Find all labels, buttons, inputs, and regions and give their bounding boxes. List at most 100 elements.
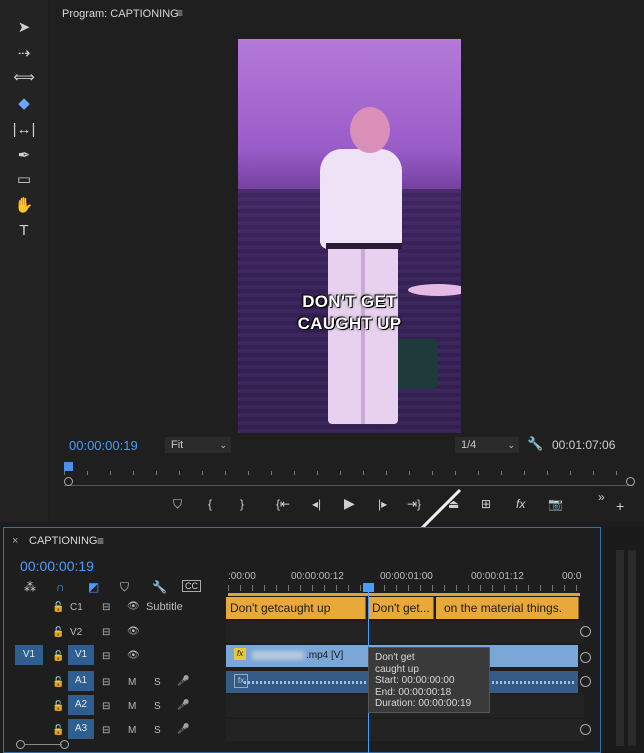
monitor-time-ruler[interactable] <box>64 463 634 477</box>
play-icon[interactable]: ▶ <box>344 495 355 512</box>
monitor-playhead[interactable] <box>64 462 73 471</box>
track-scroll-knob[interactable] <box>580 676 591 687</box>
step-back-icon[interactable]: ◂| <box>312 497 321 511</box>
mark-in-icon[interactable]: { <box>208 497 212 511</box>
timeline-timecode[interactable]: 00:00:00:19 <box>20 558 94 574</box>
razor-tool-icon[interactable]: ◆ <box>10 92 38 114</box>
eye-icon[interactable]: 👁 <box>127 601 140 612</box>
add-marker-icon[interactable]: ⛉ <box>120 580 129 595</box>
sync-lock-icon[interactable]: ⊟ <box>102 627 110 638</box>
track-a3-label[interactable]: A3 <box>68 719 94 739</box>
sync-lock-icon[interactable]: ⊟ <box>102 651 110 662</box>
track-a2-label[interactable]: A2 <box>68 695 94 715</box>
extract-icon[interactable]: ⊞ <box>481 497 491 511</box>
lock-icon[interactable]: 🔓 <box>52 602 64 613</box>
track-scroll-knob[interactable] <box>580 652 591 663</box>
rectangle-tool-icon[interactable]: ▭ <box>10 168 38 190</box>
chevron-down-icon: ⌄ <box>507 440 515 450</box>
resolution-value: 1/4 <box>461 439 477 451</box>
go-to-in-icon[interactable]: {⇤ <box>276 497 290 511</box>
current-timecode[interactable]: 00:00:00:19 <box>69 438 138 453</box>
lock-icon[interactable]: 🔓 <box>52 651 64 662</box>
lock-icon[interactable]: 🔓 <box>52 701 64 712</box>
solo-a2-button[interactable]: S <box>154 701 161 712</box>
sync-lock-icon[interactable]: ⊟ <box>102 701 110 712</box>
clip-tooltip: Don't get caught up Start: 00:00:00:00 E… <box>368 647 490 713</box>
audio-meter-left <box>616 550 624 746</box>
solo-a1-button[interactable]: S <box>154 677 161 688</box>
type-tool-icon[interactable]: T <box>10 219 38 241</box>
nest-icon[interactable]: ⁂ <box>24 580 36 594</box>
pen-tool-icon[interactable]: ✒ <box>10 144 38 166</box>
more-controls-icon[interactable]: » <box>598 490 605 504</box>
track-a3-lane[interactable] <box>226 719 584 741</box>
resolution-dropdown[interactable]: 1/4 ⌄ <box>455 437 519 453</box>
video-frame[interactable]: DON'T GET CAUGHT UP <box>238 39 461 433</box>
settings-wrench-icon[interactable]: 🔧 <box>527 436 543 452</box>
export-frame-icon[interactable]: 📷 <box>548 497 563 511</box>
chevron-down-icon: ⌄ <box>219 440 227 450</box>
ruler-label-2: 00:00:01:00 <box>380 571 433 582</box>
person-torso <box>320 149 402 249</box>
add-button-icon[interactable]: + <box>616 498 624 514</box>
zoom-knob-right[interactable] <box>626 477 635 486</box>
slip-tool-icon[interactable]: |↔| <box>10 118 38 140</box>
mark-out-icon[interactable]: } <box>240 497 244 511</box>
playhead-handle[interactable] <box>363 583 374 592</box>
track-scroll-knob[interactable] <box>580 724 591 735</box>
monitor-zoom-bar[interactable] <box>64 479 634 486</box>
eye-icon[interactable]: 👁 <box>127 650 140 661</box>
hand-tool-icon[interactable]: ✋ <box>10 194 38 216</box>
lock-icon[interactable]: 🔓 <box>52 725 64 736</box>
linked-selection-icon[interactable]: ◩ <box>88 580 99 594</box>
track-select-tool-icon[interactable]: ⇢ <box>10 42 38 64</box>
sync-lock-icon[interactable]: ⊟ <box>102 677 110 688</box>
fit-dropdown[interactable]: Fit ⌄ <box>165 437 231 453</box>
sync-lock-icon[interactable]: ⊟ <box>102 602 110 613</box>
scroll-thumb[interactable] <box>24 744 62 745</box>
timeline-menu-icon[interactable]: ≡ <box>97 534 104 548</box>
timeline-ruler[interactable] <box>228 585 580 591</box>
audio-meter-panel <box>604 527 644 753</box>
blurred-filename <box>252 650 304 660</box>
microphone-icon[interactable]: 🎤 <box>177 724 189 735</box>
person-belt <box>326 243 402 249</box>
add-marker-icon[interactable]: ⛉ <box>173 497 182 512</box>
mute-a1-button[interactable]: M <box>128 677 136 688</box>
program-menu-icon[interactable]: ≡ <box>176 6 183 20</box>
mute-a2-button[interactable]: M <box>128 701 136 712</box>
ripple-edit-tool-icon[interactable]: ⟺ <box>10 66 38 88</box>
caption-line-1: DON'T GET <box>302 292 397 311</box>
snap-icon[interactable]: ∩ <box>56 580 65 594</box>
caption-clip-2[interactable]: Don't get... <box>368 597 434 619</box>
timeline-horizontal-scrollbar[interactable] <box>10 740 590 749</box>
track-c1-label: C1 <box>70 602 83 613</box>
video-clip-name: .mp4 [V] <box>252 646 343 666</box>
mute-a3-button[interactable]: M <box>128 725 136 736</box>
source-patch-v1[interactable]: V1 <box>15 645 43 665</box>
fx-icon[interactable]: fx <box>516 497 525 511</box>
caption-clip-1[interactable]: Don't getcaught up <box>226 597 366 619</box>
timeline-title[interactable]: CAPTIONING <box>29 535 97 547</box>
track-v1-label[interactable]: V1 <box>68 645 94 665</box>
timeline-settings-wrench-icon[interactable]: 🔧 <box>152 580 167 594</box>
selection-tool-icon[interactable]: ➤ <box>10 16 38 38</box>
track-a1-label[interactable]: A1 <box>68 671 94 691</box>
track-scroll-knob[interactable] <box>580 626 591 637</box>
caption-clip-3[interactable]: on the material things. <box>436 597 579 619</box>
sync-lock-icon[interactable]: ⊟ <box>102 725 110 736</box>
captions-cc-icon[interactable]: CC <box>182 580 201 592</box>
tooltip-line-2: caught up <box>375 663 419 675</box>
eye-icon[interactable]: 👁 <box>127 626 140 637</box>
microphone-icon[interactable]: 🎤 <box>177 676 189 687</box>
track-v2-lane[interactable] <box>226 621 584 643</box>
microphone-icon[interactable]: 🎤 <box>177 700 189 711</box>
close-icon[interactable]: × <box>12 535 18 547</box>
work-area-bar[interactable] <box>228 593 580 596</box>
solo-a3-button[interactable]: S <box>154 725 161 736</box>
track-v2-label: V2 <box>70 627 83 638</box>
lock-icon[interactable]: 🔓 <box>52 627 64 638</box>
caption-overlay: DON'T GET CAUGHT UP <box>238 291 461 335</box>
zoom-knob-left[interactable] <box>64 477 73 486</box>
lock-icon[interactable]: 🔓 <box>52 677 64 688</box>
